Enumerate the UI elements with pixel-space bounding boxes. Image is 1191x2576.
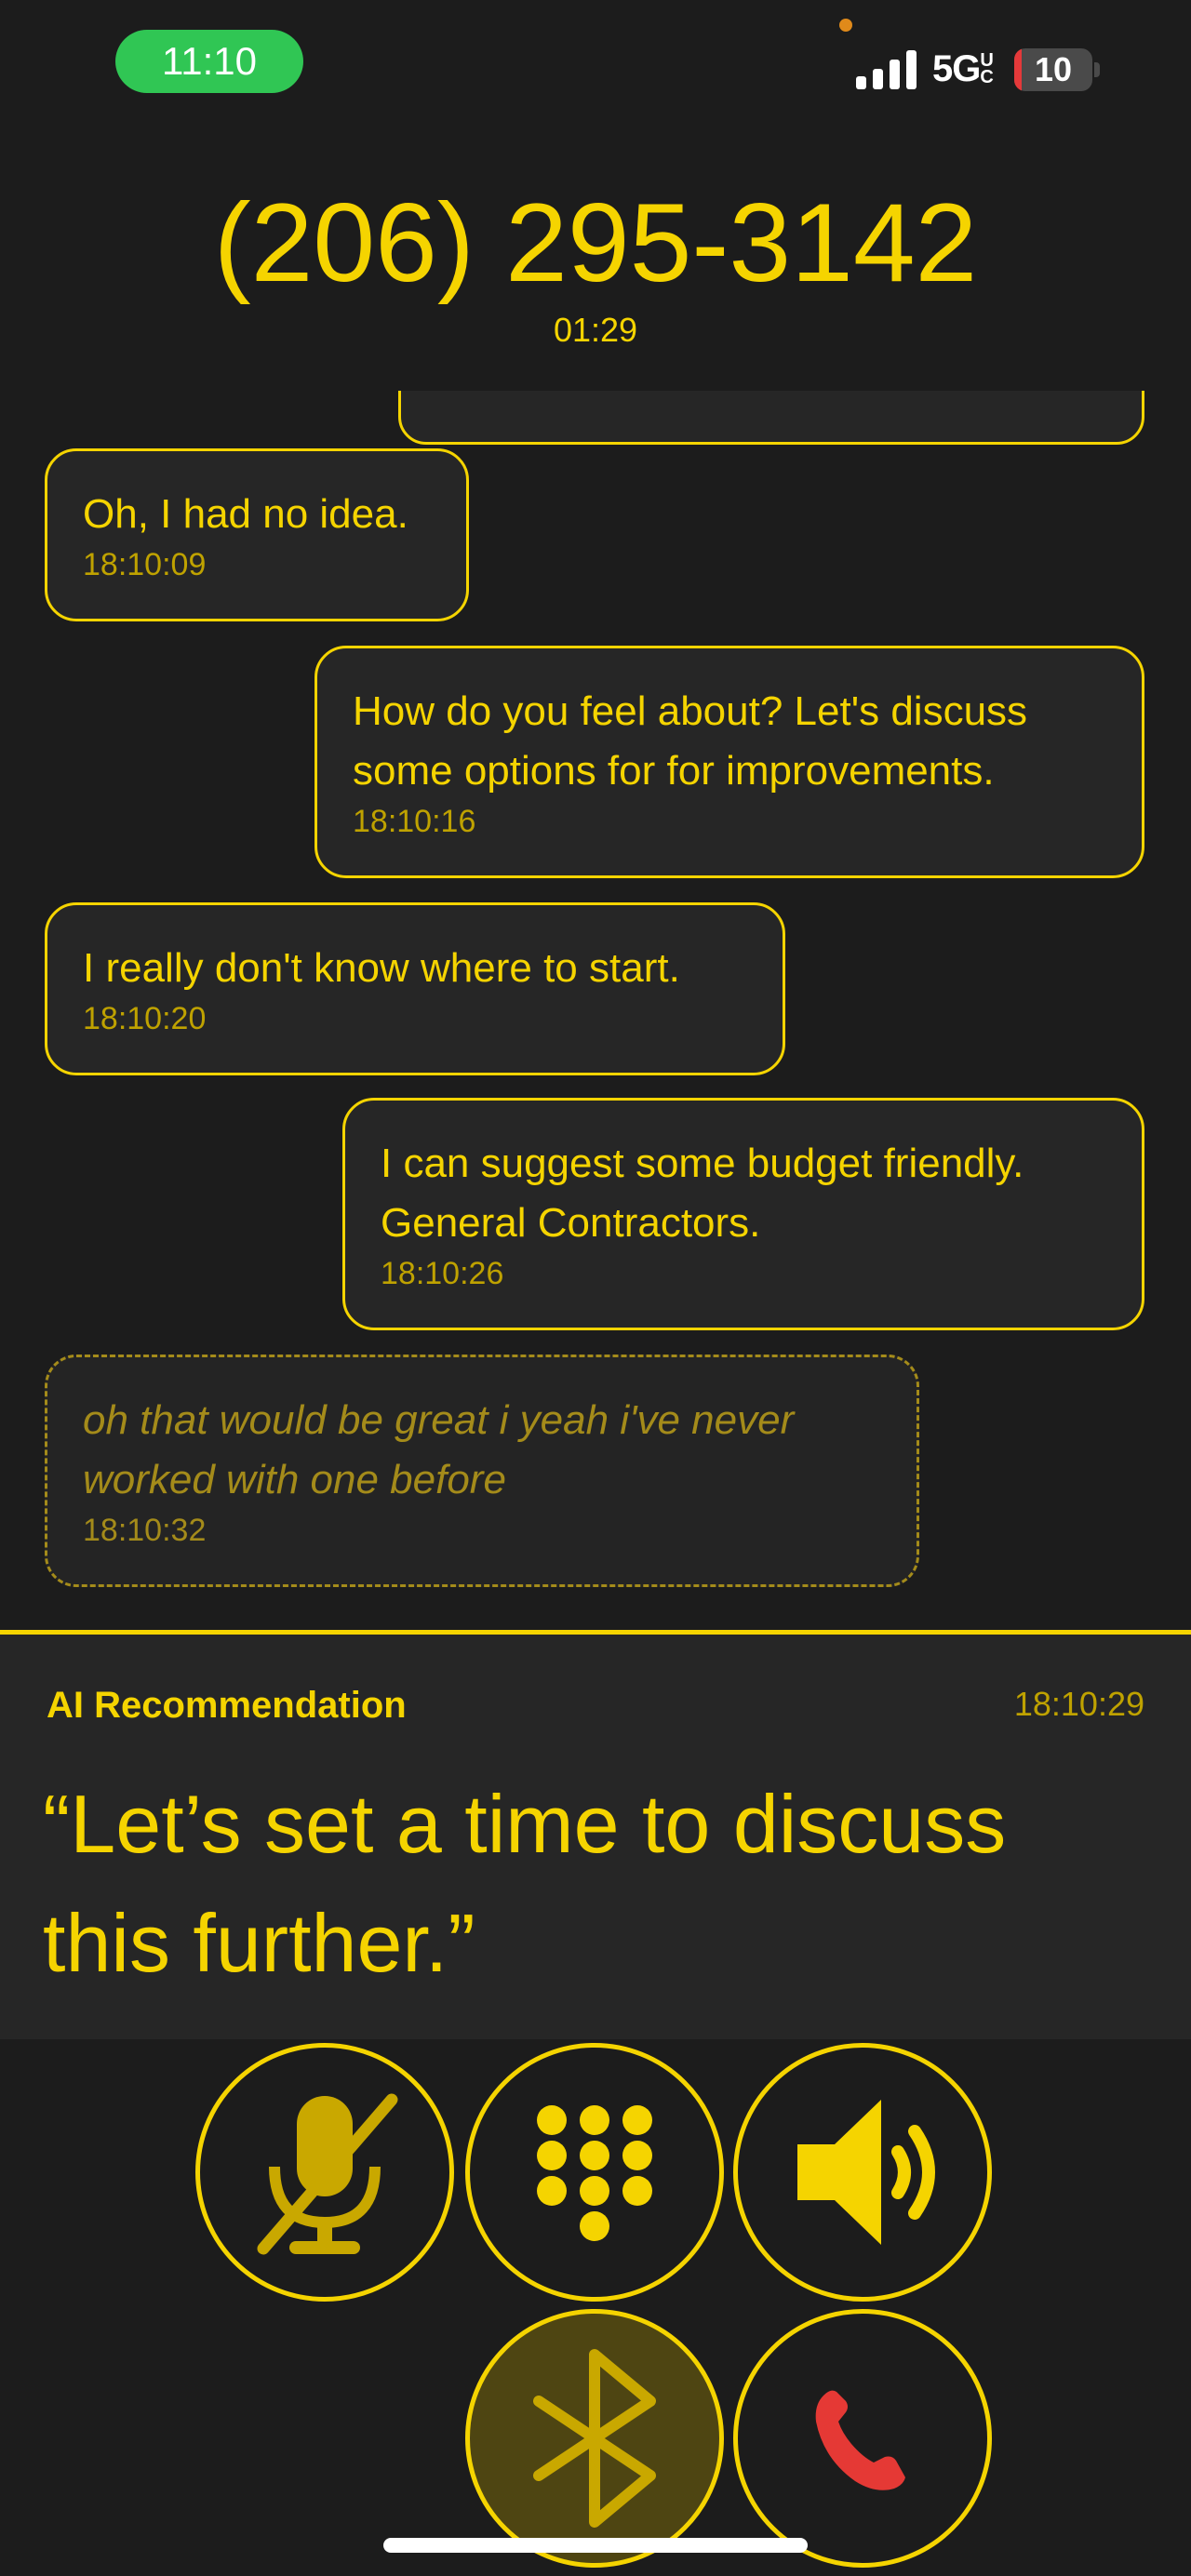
message-bubble-caller: Oh, I had no idea. 18:10:09 (45, 448, 469, 621)
message-bubble-caller: I really don't know where to start. 18:1… (45, 902, 785, 1075)
network-type: 5GUC (932, 48, 994, 89)
ai-recommendation-text: “Let’s set a time to discuss this furthe… (43, 1778, 1007, 1989)
microphone-muted-icon (257, 2093, 398, 2255)
message-text: oh that would be great i yeah i've never… (83, 1397, 795, 1502)
signal-strength-icon (856, 50, 917, 89)
message-time: 18:10:09 (83, 547, 207, 582)
battery-icon: 10 (1014, 48, 1092, 91)
message-time: 18:10:20 (83, 1001, 207, 1036)
status-time[interactable]: 11:10 (115, 30, 303, 93)
keypad-button[interactable] (465, 2043, 724, 2302)
transcript-list[interactable]: Oh, I had no idea. 18:10:09 How do you f… (0, 391, 1191, 1628)
end-call-button[interactable] (733, 2309, 992, 2568)
caller-number: (206) 295-3142 (213, 180, 978, 305)
message-time: 18:10:16 (353, 804, 476, 839)
ai-recommendation-title: AI Recommendation (47, 1685, 407, 1726)
bluetooth-button[interactable] (465, 2309, 724, 2568)
ai-recommendation-panel: AI Recommendation 18:10:29 “Let’s set a … (0, 1630, 1191, 2039)
message-text: I really don't know where to start. (83, 945, 680, 991)
mute-button[interactable] (195, 2043, 454, 2302)
message-time: 18:10:32 (83, 1513, 207, 1548)
previous-message-bubble (398, 391, 1144, 445)
message-bubble-pending: oh that would be great i yeah i've never… (45, 1355, 919, 1587)
privacy-indicator-dot (839, 19, 852, 32)
keypad-icon (537, 2105, 652, 2241)
home-indicator[interactable] (383, 2538, 808, 2553)
battery-percentage: 10 (1034, 50, 1073, 88)
message-text: I can suggest some budget friendly. Gene… (381, 1141, 1024, 1246)
message-time: 18:10:26 (381, 1256, 504, 1291)
message-bubble-user: I can suggest some budget friendly. Gene… (342, 1098, 1144, 1330)
bluetooth-icon (533, 2349, 656, 2528)
message-text: How do you feel about? Let's discuss som… (353, 688, 1028, 794)
call-duration: 01:29 (553, 311, 638, 349)
battery-nub (1094, 62, 1100, 77)
speaker-icon (797, 2100, 935, 2245)
message-bubble-user: How do you feel about? Let's discuss som… (314, 646, 1144, 878)
ai-recommendation-time: 18:10:29 (1013, 1685, 1144, 1723)
message-text: Oh, I had no idea. (83, 491, 408, 537)
speaker-button[interactable] (733, 2043, 992, 2302)
end-call-icon (815, 2390, 905, 2490)
